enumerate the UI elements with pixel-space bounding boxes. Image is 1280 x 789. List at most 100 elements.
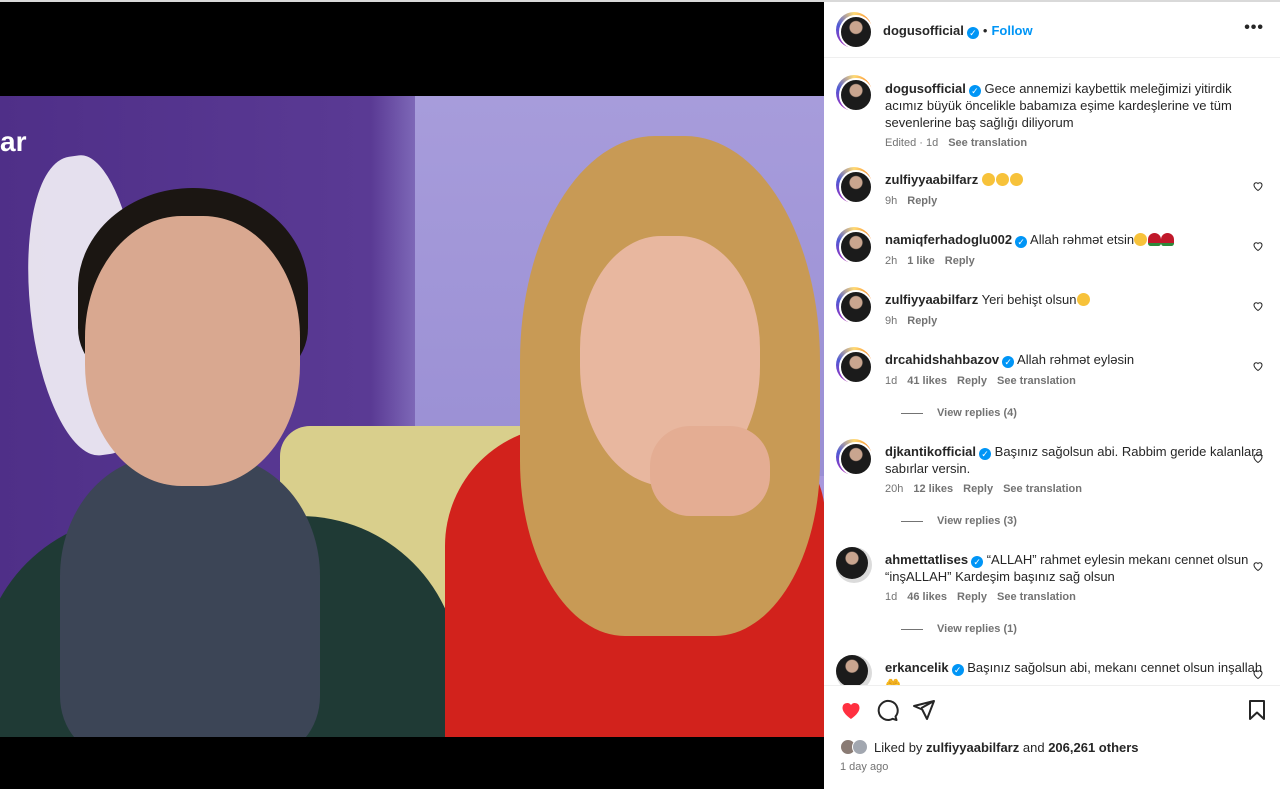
emoji-icon: [995, 173, 1009, 186]
comment-likes[interactable]: 12 likes: [913, 483, 953, 495]
comment-item: drcahidshahbazov ✓ Allah rəhmət eyləsin 1…: [836, 347, 1266, 427]
post-sidebar: dogusofficial ✓ • Follow ••• dogusofficial ✓…: [824, 2, 1280, 789]
see-translation-link[interactable]: See translation: [948, 137, 1027, 149]
verified-icon: ✓: [1015, 236, 1028, 248]
see-translation-link[interactable]: See translation: [997, 375, 1076, 387]
reply-button[interactable]: Reply: [957, 375, 987, 387]
comment-text: [981, 172, 1024, 187]
see-translation-link[interactable]: See translation: [1003, 483, 1082, 495]
caption-meta: Edited · 1d See translation: [885, 137, 1037, 149]
commenter-avatar[interactable]: [836, 655, 872, 685]
share-icon[interactable]: [912, 698, 936, 722]
comment-username[interactable]: djkantikofficial: [885, 444, 976, 459]
post-time[interactable]: 1 day ago: [840, 761, 888, 773]
heart-icon[interactable]: [839, 698, 863, 722]
verified-icon: ✓: [979, 448, 992, 460]
background-logo-text: ar: [0, 126, 27, 157]
separator-dot: •: [982, 23, 988, 38]
commenter-avatar[interactable]: [836, 287, 873, 324]
reply-button[interactable]: Reply: [907, 315, 937, 327]
comment-likes[interactable]: 1 like: [907, 255, 935, 267]
praying-hands-emoji: [1076, 293, 1090, 306]
comments-list[interactable]: dogusofficial ✓ Gece annemizi kaybettik m…: [824, 59, 1280, 685]
caption-username[interactable]: dogusofficial: [885, 81, 966, 96]
comment-item: djkantikofficial ✓ Başınız sağolsun abi. …: [836, 439, 1266, 534]
comment-time: 9h: [885, 195, 898, 207]
author-avatar[interactable]: [836, 12, 873, 49]
rose-emoji: [1161, 233, 1175, 246]
post-media[interactable]: ar: [0, 2, 824, 789]
post-photo: ar: [0, 96, 824, 737]
author-username[interactable]: dogusofficial: [883, 23, 964, 38]
liked-by-prefix: Liked by: [874, 740, 923, 755]
bookmark-icon[interactable]: [1245, 698, 1269, 722]
comment-text: Allah rəhmət etsin: [1030, 232, 1175, 247]
heart-icon[interactable]: [1252, 560, 1264, 572]
commenter-avatar[interactable]: [836, 439, 873, 476]
comment-likes[interactable]: 46 likes: [907, 591, 947, 603]
comment-username[interactable]: ahmettatlises: [885, 552, 968, 567]
follow-button[interactable]: Follow: [991, 23, 1032, 38]
reply-button[interactable]: Reply: [907, 195, 937, 207]
comment-time: 9h: [885, 315, 898, 327]
person-left-face: [85, 216, 300, 486]
praying-hands-emoji: [1134, 233, 1148, 246]
comment-meta: 1d 46 likes Reply See translation: [885, 591, 1086, 603]
heart-icon[interactable]: [1252, 668, 1264, 680]
verified-icon: ✓: [951, 664, 964, 676]
comment-username[interactable]: namiqferhadoglu002: [885, 232, 1012, 247]
comment-username[interactable]: drcahidshahbazov: [885, 352, 999, 367]
comment-body: zulfiyyaabilfarz Yeri behişt olsun: [885, 291, 1265, 308]
post-caption: dogusofficial ✓ Gece annemizi kaybettik m…: [836, 75, 1266, 165]
comment-text: Yeri behişt olsun: [982, 292, 1091, 307]
comment-text: Allah rəhmət eyləsin: [1017, 352, 1135, 367]
post-header: dogusofficial ✓ • Follow •••: [824, 2, 1280, 58]
heart-icon[interactable]: [1252, 180, 1264, 192]
liked-by: Liked by zulfiyyaabilfarz and 206,261 ot…: [840, 739, 1139, 755]
reply-button[interactable]: Reply: [945, 255, 975, 267]
comment-time: 20h: [885, 483, 904, 495]
commenter-avatar[interactable]: [836, 167, 873, 204]
comment-body: erkancelik ✓ Başınız sağolsun abi, mekanı…: [885, 659, 1265, 685]
emoji-icon: [981, 173, 995, 186]
view-replies-button[interactable]: View replies (4): [901, 407, 1017, 419]
reply-button[interactable]: Reply: [963, 483, 993, 495]
comment-time: 2h: [885, 255, 898, 267]
author-avatar[interactable]: [836, 75, 873, 112]
comment-meta: 2h 1 like Reply: [885, 255, 985, 267]
view-replies-button[interactable]: View replies (1): [901, 623, 1017, 635]
heart-icon[interactable]: [1252, 360, 1264, 372]
comment-time: 1d: [885, 375, 898, 387]
emoji-icon: [1009, 173, 1023, 186]
commenter-avatar[interactable]: [836, 227, 873, 264]
comment-meta: 9h Reply: [885, 315, 947, 327]
likes-count-button[interactable]: 206,261 others: [1048, 740, 1138, 755]
see-translation-link[interactable]: See translation: [997, 591, 1076, 603]
comment-username[interactable]: zulfiyyaabilfarz: [885, 172, 978, 187]
comment-username[interactable]: erkancelik: [885, 660, 949, 675]
comment-item: erkancelik ✓ Başınız sağolsun abi, mekanı…: [836, 655, 1266, 685]
comment-time: 1d: [885, 591, 898, 603]
heart-icon[interactable]: [1252, 300, 1264, 312]
commenter-avatar[interactable]: [836, 347, 873, 384]
liker-avatars: [840, 739, 870, 755]
heart-icon[interactable]: [1252, 452, 1264, 464]
comment-meta: 9h Reply: [885, 195, 947, 207]
reply-button[interactable]: Reply: [957, 591, 987, 603]
commenter-avatar[interactable]: [836, 547, 872, 583]
comment-body: drcahidshahbazov ✓ Allah rəhmət eyləsin: [885, 351, 1265, 368]
comment-item: zulfiyyaabilfarz Yeri behişt olsun 9h Rep…: [836, 287, 1266, 337]
verified-icon: ✓: [971, 556, 984, 568]
view-replies-button[interactable]: View replies (3): [901, 515, 1017, 527]
comment-icon[interactable]: [875, 698, 899, 722]
liked-by-user[interactable]: zulfiyyaabilfarz: [926, 740, 1019, 755]
comment-item: zulfiyyaabilfarz 9h Reply: [836, 167, 1266, 217]
comment-body: zulfiyyaabilfarz: [885, 171, 1265, 188]
rose-emoji: [1148, 233, 1162, 246]
more-icon[interactable]: •••: [1244, 19, 1264, 37]
comment-likes[interactable]: 41 likes: [907, 375, 947, 387]
comment-meta: 1d 41 likes Reply See translation: [885, 375, 1086, 387]
comment-username[interactable]: zulfiyyaabilfarz: [885, 292, 978, 307]
person-right-hand: [650, 426, 770, 516]
heart-icon[interactable]: [1252, 240, 1264, 252]
